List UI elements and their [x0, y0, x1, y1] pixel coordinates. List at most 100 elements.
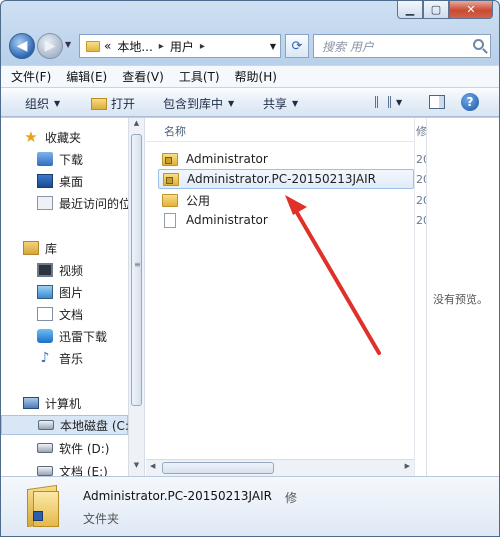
nav-item-downloads[interactable]: 下载 [37, 149, 83, 169]
nav-item-pictures[interactable]: 图片 [37, 282, 83, 302]
file-row[interactable]: 公用 [158, 190, 414, 210]
nav-item-desktop[interactable]: 桌面 [37, 171, 83, 191]
nav-libraries[interactable]: 库 [23, 238, 57, 258]
menu-help[interactable]: 帮助(H) [235, 68, 277, 85]
menu-tools[interactable]: 工具(T) [179, 68, 220, 85]
locked-folder-icon [23, 483, 63, 529]
search-input[interactable]: 搜索 用户 [313, 34, 491, 58]
nav-computer-label: 计算机 [45, 396, 82, 411]
nav-item-label: 迅雷下载 [59, 329, 108, 344]
menu-edit[interactable]: 编辑(E) [66, 68, 107, 85]
address-bar[interactable]: « 本地... ▸ 用户 ▸ ▼ [79, 34, 281, 58]
back-button[interactable]: ◀ [9, 33, 35, 59]
address-segment-local-disk[interactable]: 本地... [117, 38, 152, 55]
column-name-header[interactable]: 名称 [164, 123, 186, 139]
minimize-button[interactable]: ▁ [397, 1, 423, 19]
scrollbar-thumb[interactable] [131, 134, 142, 406]
nav-favorites[interactable]: ★ 收藏夹 [23, 127, 81, 147]
scroll-right-button[interactable]: ▶ [405, 462, 410, 470]
nav-item-label: 下载 [59, 152, 84, 167]
recent-places-icon [37, 196, 53, 210]
scroll-up-button[interactable]: ▲ [129, 119, 144, 133]
file-name: Administrator [186, 152, 268, 166]
explorer-window: ▁ ▢ ✕ ◀ ▶ ▼ « 本地... ▸ 用户 ▸ ▼ ⟳ 搜索 用户 文件(… [0, 0, 500, 537]
column-modified-header[interactable]: 修 [416, 123, 426, 139]
drive-icon [37, 443, 53, 453]
file-modified: 20 [416, 173, 426, 186]
modified-column: 修 20 20 20 20 [414, 118, 426, 476]
scrollbar-thumb[interactable] [162, 462, 274, 474]
locked-folder-icon [162, 152, 178, 166]
include-in-library-button[interactable]: 包含到库中 ▼ [163, 95, 234, 112]
details-modified-label: 修 [285, 491, 298, 505]
share-button[interactable]: 共享 ▼ [263, 95, 298, 112]
nav-item-label: 最近访问的位 [59, 196, 128, 211]
search-icon[interactable] [473, 39, 484, 50]
computer-icon [23, 397, 39, 409]
nav-item-label: 图片 [59, 285, 84, 300]
change-view-button[interactable]: ▼ [375, 96, 402, 108]
nav-item-label: 文档 (E:) [59, 464, 108, 477]
nav-computer[interactable]: 计算机 [23, 393, 81, 413]
no-preview-text: 没有预览。 [433, 293, 488, 306]
open-button[interactable]: 打开 [91, 95, 135, 112]
help-button[interactable]: ? [461, 93, 479, 111]
drive-icon [38, 420, 54, 430]
forward-button[interactable]: ▶ [37, 33, 63, 59]
nav-item-thunder-downloads[interactable]: 迅雷下载 [37, 326, 107, 346]
file-name: Administrator [186, 213, 268, 227]
address-dropdown-icon[interactable]: ▼ [270, 42, 276, 51]
caption-buttons: ▁ ▢ ✕ [397, 1, 493, 19]
menu-file[interactable]: 文件(F) [11, 68, 51, 85]
locked-folder-icon [163, 172, 179, 186]
nav-item-label: 软件 (D:) [59, 441, 110, 456]
nav-pane-scrollbar[interactable]: ▲ ≡ ▼ [128, 118, 145, 476]
nav-item-documents[interactable]: 文档 [37, 304, 83, 324]
nav-favorites-label: 收藏夹 [45, 130, 82, 145]
file-name: 公用 [186, 193, 211, 208]
forward-arrow-icon: ▶ [44, 38, 56, 54]
nav-item-label: 桌面 [59, 174, 84, 189]
file-row-highlighted[interactable]: Administrator.PC-20150213JAIR [158, 169, 414, 189]
details-pane: Administrator.PC-20150213JAIR 修 文件夹 [1, 476, 499, 536]
main-area: ★ 收藏夹 下载 桌面 最近访问的位 库 视频 图片 文档 迅雷下载 ♪ 音乐 … [1, 118, 499, 476]
address-separator[interactable]: ▸ [200, 41, 205, 52]
address-overflow[interactable]: « [104, 39, 111, 53]
preview-pane: 没有预览。 [426, 118, 499, 476]
refresh-button[interactable]: ⟳ [285, 34, 309, 58]
menu-view[interactable]: 查看(V) [122, 68, 164, 85]
file-list: 名称 Administrator Administrator.PC-201502… [146, 118, 414, 476]
details-item-name: Administrator.PC-20150213JAIR [83, 489, 272, 503]
scrollbar-grip-icon: ≡ [134, 260, 141, 269]
preview-pane-button[interactable] [429, 95, 445, 109]
file-row[interactable]: Administrator [158, 210, 414, 230]
desktop-icon [37, 174, 53, 188]
close-button[interactable]: ✕ [449, 1, 493, 19]
scroll-left-button[interactable]: ◀ [150, 462, 155, 470]
nav-item-recent-places[interactable]: 最近访问的位 [37, 193, 128, 213]
music-icon: ♪ [40, 350, 50, 366]
videos-icon [37, 263, 53, 277]
nav-item-videos[interactable]: 视频 [37, 260, 83, 280]
organize-button[interactable]: 组织 ▼ [25, 95, 60, 112]
file-list-horizontal-scrollbar[interactable]: ◀ ▶ [146, 459, 414, 476]
nav-item-drive-e[interactable]: 文档 (E:) [37, 461, 108, 476]
nav-item-drive-c[interactable]: 本地磁盘 (C:) [1, 415, 128, 435]
address-separator[interactable]: ▸ [159, 41, 164, 52]
scroll-down-button[interactable]: ▼ [129, 461, 144, 475]
maximize-button[interactable]: ▢ [423, 1, 449, 19]
nav-item-drive-d[interactable]: 软件 (D:) [37, 438, 109, 458]
documents-icon [37, 307, 53, 321]
recent-pages-dropdown[interactable]: ▼ [65, 40, 71, 49]
address-segment-users[interactable]: 用户 [170, 38, 194, 55]
share-label: 共享 [263, 97, 288, 111]
details-item-type: 文件夹 [83, 512, 120, 526]
file-row[interactable]: Administrator [158, 149, 414, 169]
libraries-icon [23, 241, 39, 255]
nav-item-music[interactable]: ♪ 音乐 [37, 348, 83, 368]
nav-item-label: 音乐 [59, 351, 84, 366]
chevron-down-icon: ▼ [54, 99, 61, 108]
pictures-icon [37, 285, 53, 299]
organize-label: 组织 [25, 97, 50, 111]
navigation-pane: ★ 收藏夹 下载 桌面 最近访问的位 库 视频 图片 文档 迅雷下载 ♪ 音乐 … [1, 118, 128, 476]
